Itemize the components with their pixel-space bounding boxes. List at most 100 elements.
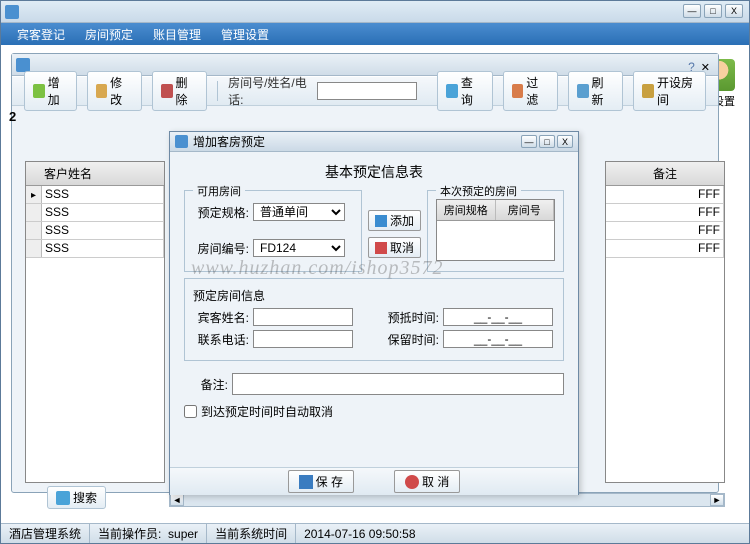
menu-account-mgmt[interactable]: 账目管理 — [143, 26, 211, 43]
col-spec: 房间规格 — [437, 200, 496, 220]
trash-icon — [161, 84, 173, 98]
auto-cancel-label: 到达预定时间时自动取消 — [201, 403, 333, 420]
cancel-button[interactable]: 取 消 — [394, 470, 460, 493]
keep-label: 保留时间: — [383, 331, 439, 348]
grid-row[interactable]: FFF — [606, 204, 724, 222]
auto-cancel-checkbox[interactable] — [184, 405, 197, 418]
grid-row[interactable]: SSS — [26, 204, 164, 222]
grid-row[interactable]: SSS — [26, 222, 164, 240]
booking-info-fieldset: 预定房间信息 宾客姓名: 联系电话: 预抵时间: 保留时间: — [184, 278, 564, 361]
query-button[interactable]: 查 询 — [437, 71, 492, 111]
cell: FFF — [606, 240, 724, 257]
maximize-button[interactable]: □ — [704, 4, 722, 18]
row-marker — [26, 240, 42, 257]
delete-button[interactable]: 删 除 — [152, 71, 207, 111]
menu-bar: 宾客登记 房间预定 账目管理 管理设置 — [1, 23, 749, 45]
search-icon — [56, 491, 70, 505]
grid-row[interactable]: FFF — [606, 222, 724, 240]
sub-close-icon[interactable]: ✕ — [701, 61, 710, 74]
arrow-right-icon — [375, 215, 387, 227]
dialog-footer: 保 存 取 消 — [170, 467, 578, 495]
grid-header-name: 客户姓名 — [26, 162, 164, 186]
main-title-bar: — □ X — [1, 1, 749, 23]
grid-row[interactable]: SSS — [26, 240, 164, 258]
cell: SSS — [42, 240, 164, 257]
dialog-icon — [175, 135, 188, 148]
app-icon — [5, 5, 19, 19]
row-marker — [26, 222, 42, 239]
menu-guest-checkin[interactable]: 宾客登记 — [7, 26, 75, 43]
minimize-button[interactable]: — — [683, 4, 701, 18]
remark-input[interactable] — [232, 373, 564, 395]
save-button[interactable]: 保 存 — [288, 470, 354, 493]
disk-icon — [299, 475, 313, 489]
booked-rooms-grid[interactable]: 房间规格 房间号 — [436, 199, 555, 261]
spec-label: 预定规格: — [193, 204, 249, 221]
grid-header-remark: 备注 — [606, 162, 724, 186]
open-room-button[interactable]: 开设房间 — [633, 71, 706, 111]
status-bar: 酒店管理系统 当前操作员: super 当前系统时间 2014-07-16 09… — [1, 523, 749, 543]
toolbar: 增加 修 改 删 除 房间号/姓名/电话: 查 询 过 滤 刷 新 开设房间 — [12, 76, 718, 106]
help-icon[interactable]: ? — [688, 60, 695, 74]
remark-grid[interactable]: 备注 FFF FFF FFF FFF — [605, 161, 725, 483]
available-rooms-fieldset: 可用房间 预定规格: 普通单间 房间编号: FD124 — [184, 190, 362, 272]
status-system: 酒店管理系统 — [1, 524, 90, 543]
cell: SSS — [42, 222, 164, 239]
booked-rooms-legend: 本次预定的房间 — [436, 183, 521, 199]
add-button[interactable]: 增加 — [24, 71, 77, 111]
contact-input[interactable] — [253, 330, 353, 348]
col-no: 房间号 — [496, 200, 555, 220]
grid-row[interactable]: SSS — [26, 186, 164, 204]
menu-room-reserve[interactable]: 房间预定 — [75, 26, 143, 43]
row-marker — [26, 204, 42, 221]
dialog-maximize-button[interactable]: □ — [539, 135, 555, 148]
close-button[interactable]: X — [725, 4, 743, 18]
plus-icon — [33, 84, 45, 98]
guest-name-label: 宾客姓名: — [193, 309, 249, 326]
spec-select[interactable]: 普通单间 — [253, 203, 345, 221]
search-input[interactable] — [317, 82, 417, 100]
dialog-title-bar: 增加客房预定 — □ X — [170, 132, 578, 152]
cell: FFF — [606, 222, 724, 239]
pencil-icon — [96, 84, 108, 98]
refresh-button[interactable]: 刷 新 — [568, 71, 623, 111]
horizontal-scrollbar[interactable]: ◄ ► — [169, 493, 725, 507]
x-icon — [375, 242, 387, 254]
door-icon — [642, 84, 654, 98]
filter-icon — [512, 84, 524, 98]
form-title: 基本预定信息表 — [184, 162, 564, 182]
menu-mgmt-settings[interactable]: 管理设置 — [211, 26, 279, 43]
edit-button[interactable]: 修 改 — [87, 71, 142, 111]
search-button[interactable]: 搜索 — [47, 486, 106, 509]
grid-row[interactable]: FFF — [606, 240, 724, 258]
guest-name-input[interactable] — [253, 308, 353, 326]
dialog-close-button[interactable]: X — [557, 135, 573, 148]
transfer-buttons: 添加 取消 — [368, 190, 421, 278]
cell: FFF — [606, 186, 724, 203]
booked-rooms-fieldset: 本次预定的房间 房间规格 房间号 — [427, 190, 564, 272]
add-room-button[interactable]: 添加 — [368, 210, 421, 231]
separator — [217, 81, 218, 101]
scroll-left-icon[interactable]: ◄ — [170, 494, 184, 506]
cell: SSS — [42, 204, 164, 221]
grid-row[interactable]: FFF — [606, 186, 724, 204]
available-rooms-legend: 可用房间 — [193, 183, 245, 199]
customer-grid[interactable]: 客户姓名 SSS SSS SSS SSS — [25, 161, 165, 483]
room-no-select[interactable]: FD124 — [253, 239, 345, 257]
filter-button[interactable]: 过 滤 — [503, 71, 558, 111]
arrive-input[interactable] — [443, 308, 553, 326]
scroll-right-icon[interactable]: ► — [710, 494, 724, 506]
search-icon — [446, 84, 458, 98]
arrive-label: 预抵时间: — [383, 309, 439, 326]
dialog-minimize-button[interactable]: — — [521, 135, 537, 148]
main-window: — □ X 宾客登记 房间预定 账目管理 管理设置 间设置 ? ✕ 增加 修 改… — [0, 0, 750, 544]
booking-info-legend: 预定房间信息 — [193, 289, 265, 303]
refresh-icon — [577, 84, 589, 98]
cancel-icon — [405, 475, 419, 489]
room-no-label: 房间编号: — [193, 240, 249, 257]
remove-room-button[interactable]: 取消 — [368, 237, 421, 258]
cell: FFF — [606, 204, 724, 221]
index-number: 2 — [9, 109, 16, 124]
keep-input[interactable] — [443, 330, 553, 348]
contact-label: 联系电话: — [193, 331, 249, 348]
